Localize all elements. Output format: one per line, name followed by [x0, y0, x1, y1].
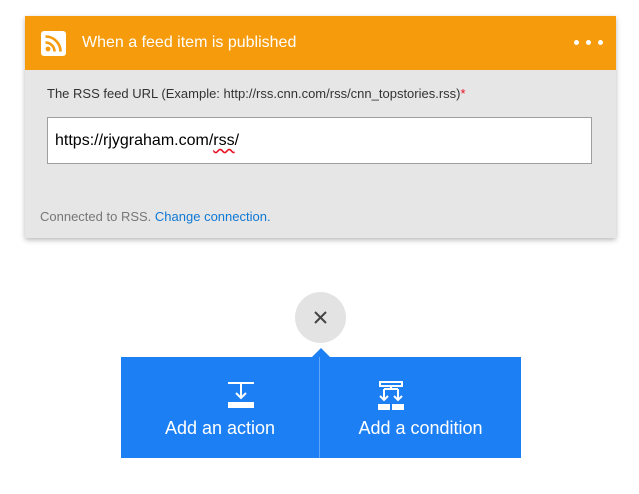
more-options-icon[interactable] — [573, 34, 605, 52]
required-mark: * — [460, 86, 466, 101]
add-condition-icon — [378, 381, 404, 410]
popup-pointer — [312, 348, 330, 357]
add-action-icon — [228, 382, 254, 408]
add-condition-label: Add a condition — [358, 418, 483, 438]
add-step-menu: Add an action Add a condition — [121, 357, 521, 458]
add-action-label: Add an action — [164, 418, 276, 438]
rss-url-value: https://rjygraham.com/rss/ — [55, 132, 240, 149]
trigger-card-header[interactable]: When a feed item is published — [25, 16, 616, 70]
rss-url-input[interactable]: https://rjygraham.com/rss/ — [47, 117, 592, 164]
add-condition-button[interactable]: Add a condition — [320, 357, 521, 458]
trigger-title: When a feed item is published — [82, 34, 297, 51]
connection-status: Connected to RSS. Change connection. — [40, 209, 271, 224]
add-action-button[interactable]: Add an action — [121, 357, 319, 458]
trigger-card: When a feed item is published The RSS fe… — [25, 16, 616, 238]
rss-url-label: The RSS feed URL (Example: http://rss.cn… — [47, 86, 466, 101]
change-connection-link[interactable]: Change connection. — [155, 209, 271, 224]
rss-icon — [41, 31, 66, 56]
close-button[interactable] — [295, 292, 346, 343]
close-icon — [314, 311, 327, 324]
spellcheck-word: rss — [213, 132, 235, 149]
